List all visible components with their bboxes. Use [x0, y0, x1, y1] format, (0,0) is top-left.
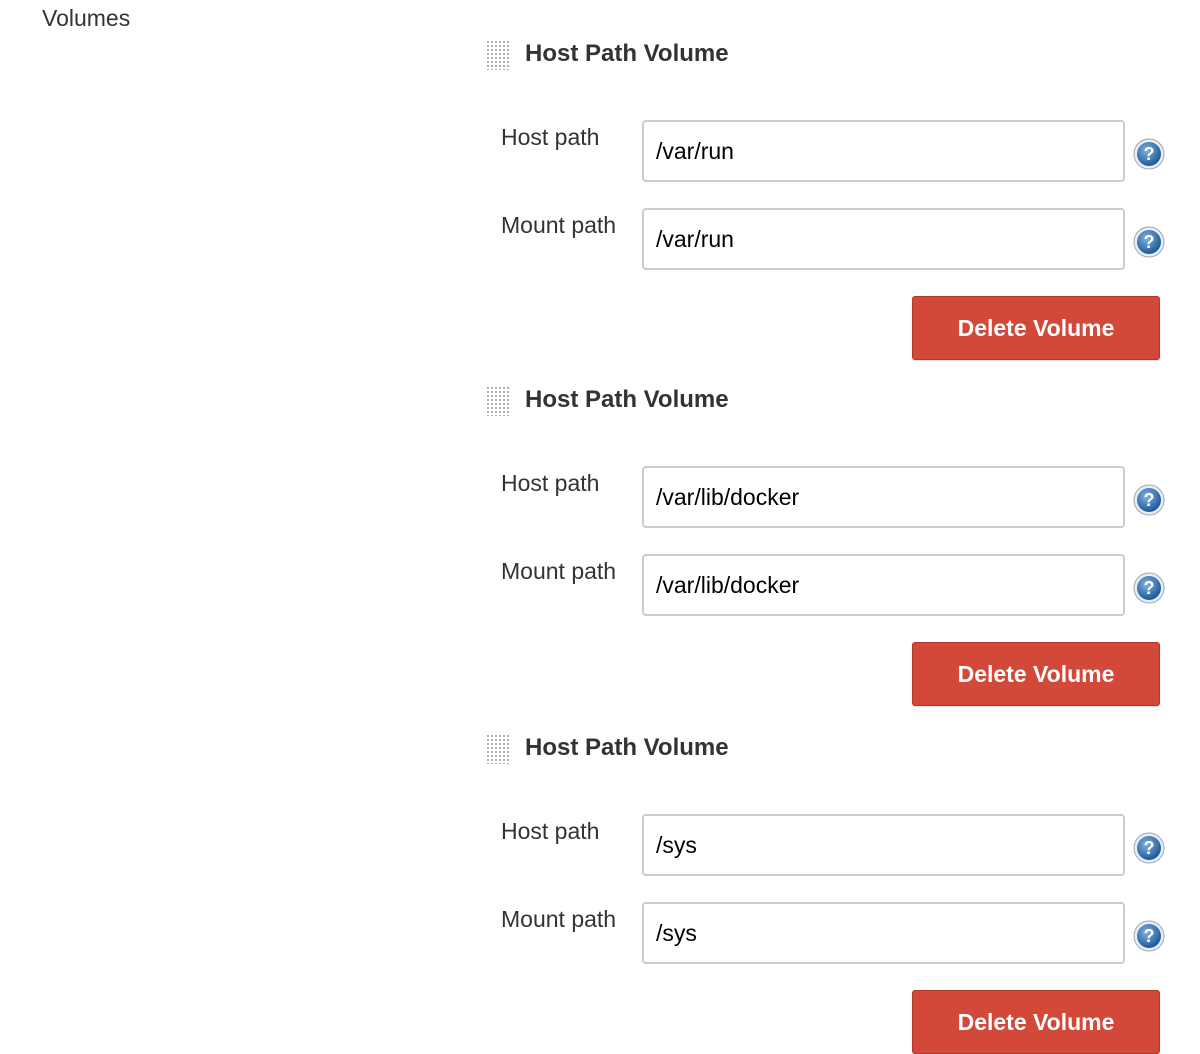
mount-path-input[interactable]	[642, 902, 1125, 964]
drag-handle-icon[interactable]	[486, 386, 510, 416]
svg-text:?: ?	[1144, 838, 1155, 858]
host-path-volume: Host Path Volume Host path ? Mount path …	[486, 732, 1176, 1054]
host-path-volume: Host Path Volume Host path ? Mount path …	[486, 384, 1176, 706]
host-path-input[interactable]	[642, 814, 1125, 876]
help-icon[interactable]: ?	[1133, 484, 1165, 516]
volume-title: Host Path Volume	[525, 386, 729, 413]
host-path-label: Host path	[501, 124, 600, 150]
svg-text:?: ?	[1144, 232, 1155, 252]
mount-path-input[interactable]	[642, 208, 1125, 270]
help-icon[interactable]: ?	[1133, 138, 1165, 170]
mount-path-input[interactable]	[642, 554, 1125, 616]
volume-title: Host Path Volume	[525, 40, 729, 67]
svg-text:?: ?	[1144, 490, 1155, 510]
mount-path-label: Mount path	[501, 212, 617, 238]
host-path-input[interactable]	[642, 120, 1125, 182]
delete-volume-button[interactable]: Delete Volume	[912, 296, 1160, 360]
mount-path-label: Mount path	[501, 558, 617, 584]
host-path-volume: Host Path Volume Host path ? Mount path …	[486, 38, 1176, 360]
help-icon[interactable]: ?	[1133, 226, 1165, 258]
host-path-label: Host path	[501, 818, 600, 844]
host-path-input[interactable]	[642, 466, 1125, 528]
help-icon[interactable]: ?	[1133, 832, 1165, 864]
svg-text:?: ?	[1144, 926, 1155, 946]
drag-handle-icon[interactable]	[486, 734, 510, 764]
host-path-label: Host path	[501, 470, 600, 496]
volume-title: Host Path Volume	[525, 734, 729, 761]
delete-volume-button[interactable]: Delete Volume	[912, 990, 1160, 1054]
help-icon[interactable]: ?	[1133, 920, 1165, 952]
volumes-section-label: Volumes	[42, 5, 131, 31]
drag-handle-icon[interactable]	[486, 40, 510, 70]
help-icon[interactable]: ?	[1133, 572, 1165, 604]
svg-text:?: ?	[1144, 144, 1155, 164]
delete-volume-button[interactable]: Delete Volume	[912, 642, 1160, 706]
svg-text:?: ?	[1144, 578, 1155, 598]
mount-path-label: Mount path	[501, 906, 617, 932]
